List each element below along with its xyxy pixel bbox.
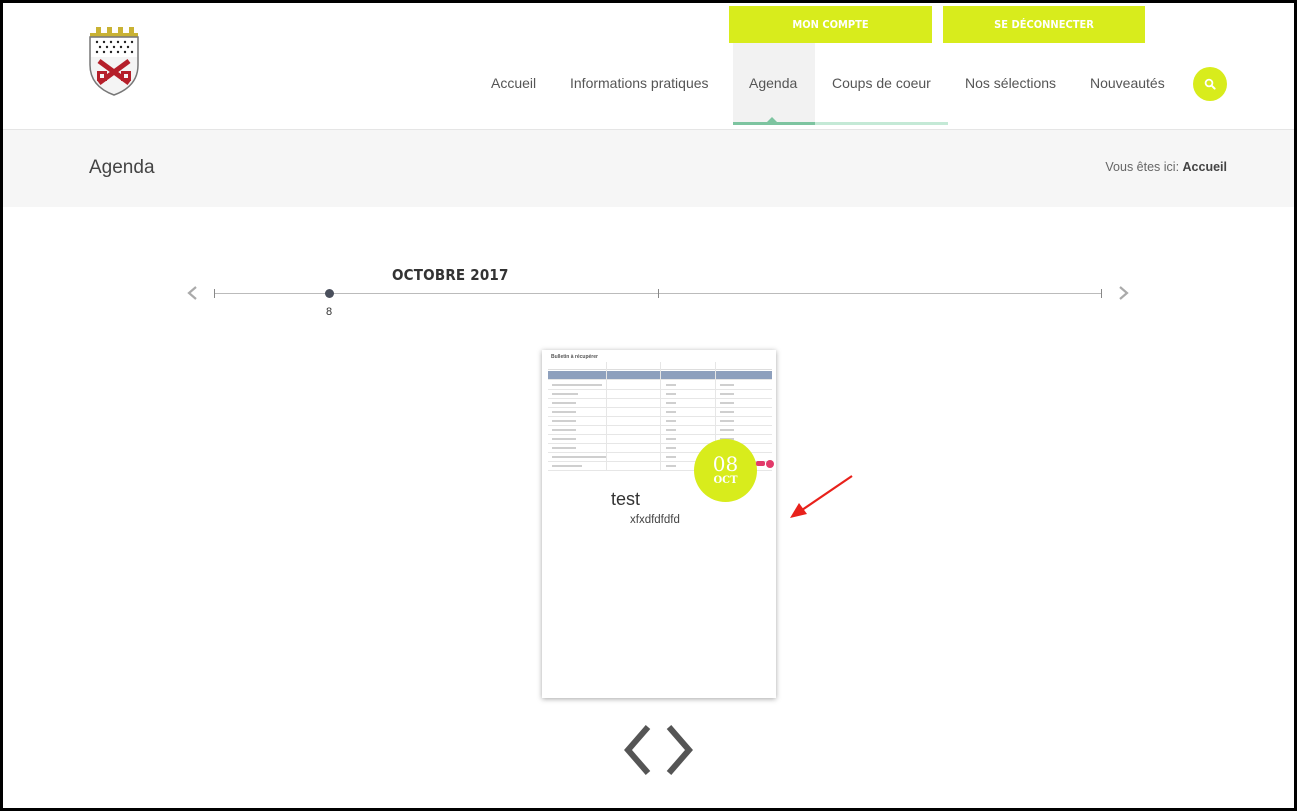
page-title: Agenda — [89, 157, 155, 178]
breadcrumb-prefix: Vous êtes ici: — [1105, 160, 1180, 174]
timeline-tick — [658, 289, 659, 298]
nav-item-coups-de-coeur[interactable]: Coups de coeur — [832, 75, 931, 91]
timeline-next-icon[interactable] — [1117, 285, 1131, 301]
nav-item-accueil[interactable]: Accueil — [491, 75, 536, 91]
page-title-bar — [3, 130, 1294, 207]
event-date-month: OCT — [713, 475, 738, 486]
breadcrumb: Vous êtes ici: Accueil — [1105, 160, 1227, 174]
search-button[interactable] — [1193, 67, 1227, 101]
carousel-next-icon[interactable] — [663, 724, 697, 776]
nav-hover-indicator — [815, 122, 948, 125]
timeline-event-day: 8 — [326, 306, 333, 318]
event-description: xfxdfdfdfd — [630, 514, 680, 526]
my-account-button[interactable]: MON COMPTE — [729, 6, 932, 43]
nav-item-nos-selections[interactable]: Nos sélections — [965, 75, 1056, 91]
search-icon — [1204, 78, 1216, 90]
event-connector-bar — [756, 461, 765, 466]
nav-item-nouveautes[interactable]: Nouveautés — [1090, 75, 1165, 91]
nav-active-indicator — [733, 122, 815, 125]
timeline-tick — [1101, 289, 1102, 298]
coat-of-arms-logo[interactable] — [87, 25, 141, 97]
timeline-tick — [214, 289, 215, 298]
breadcrumb-home-link[interactable]: Accueil — [1183, 160, 1227, 174]
event-title[interactable]: test — [611, 489, 640, 510]
timeline-month: OCTOBRE 2017 — [392, 266, 509, 284]
annotation-arrow-icon — [790, 475, 853, 518]
nav-item-informations-pratiques[interactable]: Informations pratiques — [570, 75, 709, 91]
nav-item-agenda[interactable]: Agenda — [749, 75, 797, 91]
carousel-prev-icon[interactable] — [620, 724, 654, 776]
event-date-badge: 08 OCT — [694, 439, 757, 502]
timeline-event-dot[interactable] — [325, 289, 334, 298]
thumbnail-title: Bulletin à récupérer — [551, 354, 598, 360]
event-connector-dot — [766, 460, 774, 468]
nav-caret-icon — [767, 117, 777, 122]
event-date-day: 08 — [712, 452, 739, 476]
timeline-prev-icon[interactable] — [185, 285, 199, 301]
logout-button[interactable]: SE DÉCONNECTER — [943, 6, 1145, 43]
